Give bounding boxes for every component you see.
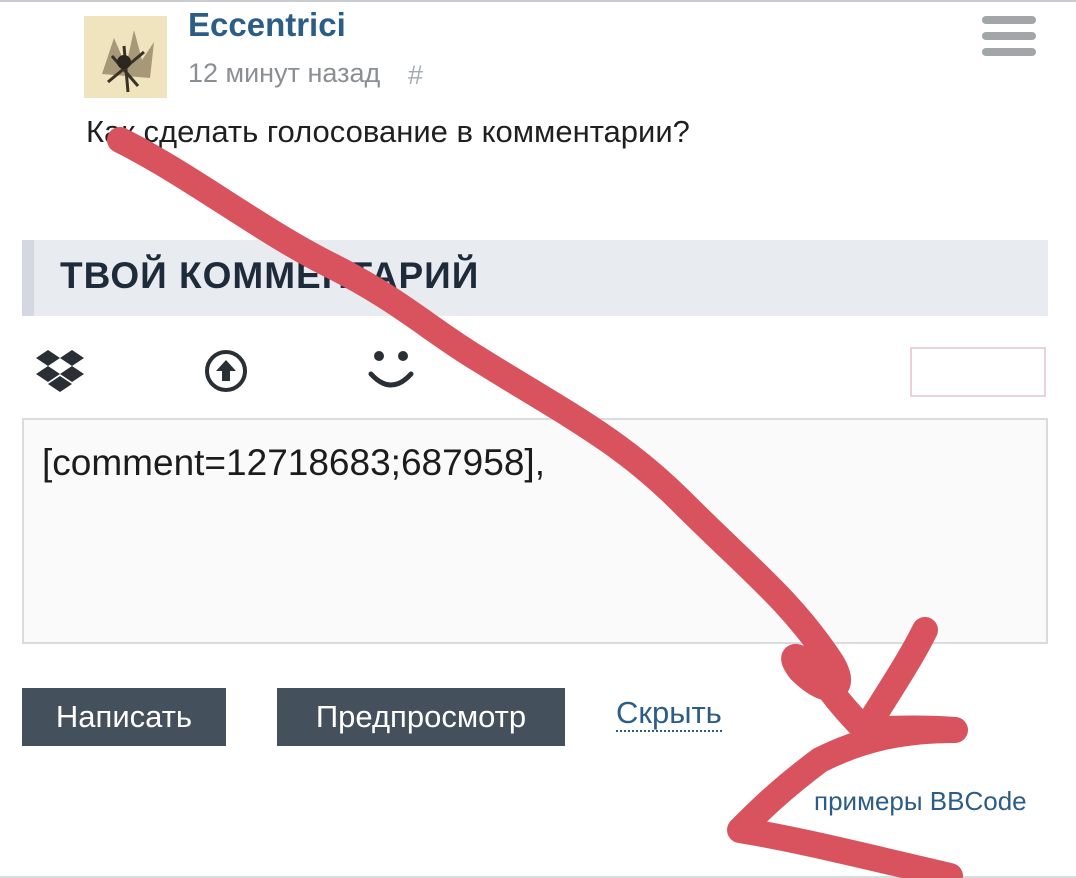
upload-icon[interactable] [203,348,249,399]
preview-button[interactable]: Предпросмотр [277,688,565,746]
permalink-hash[interactable]: # [408,60,423,91]
offtop-toggle[interactable] [910,347,1046,397]
menu-bar [982,16,1036,24]
author-link[interactable]: Eccentrici [188,6,346,44]
smiley-icon[interactable] [366,346,416,397]
top-divider [0,0,1076,2]
bbcode-examples-link[interactable]: примеры BBCode [814,786,1027,817]
menu-button[interactable] [982,16,1038,58]
menu-bar [982,32,1036,40]
hide-link[interactable]: Скрыть [616,696,722,732]
menu-bar [982,48,1036,56]
submit-button[interactable]: Написать [22,688,226,746]
post-text: Как сделать голосование в комментарии? [86,114,690,149]
dropbox-icon[interactable] [36,348,84,397]
comment-section-header: ТВОЙ КОММЕНТАРИЙ [22,240,1048,316]
comment-section-title: ТВОЙ КОММЕНТАРИЙ [60,255,480,296]
avatar[interactable] [84,16,167,98]
post-time: 12 минут назад [188,58,381,88]
avatar-image [84,16,167,98]
comment-textarea[interactable]: [comment=12718683;687958], [22,418,1048,644]
